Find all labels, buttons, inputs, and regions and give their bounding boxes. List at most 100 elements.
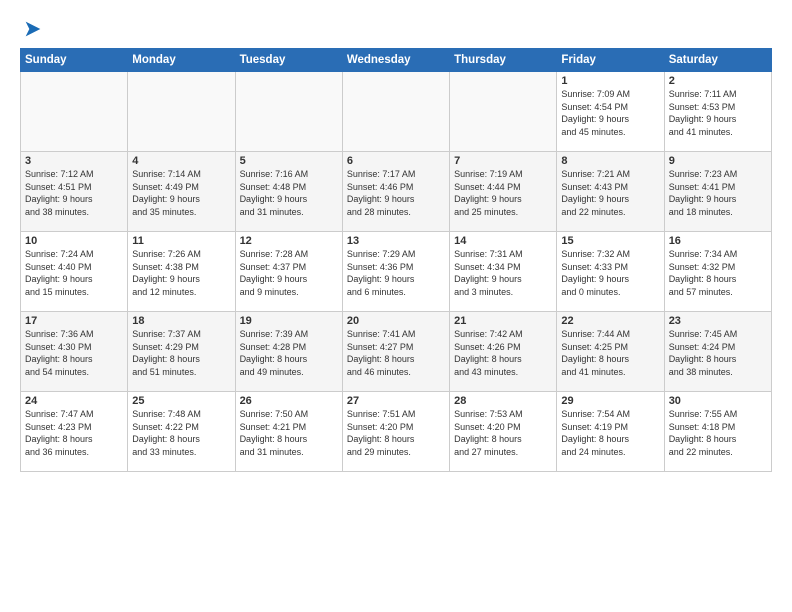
calendar-header-row: SundayMondayTuesdayWednesdayThursdayFrid… xyxy=(21,49,772,72)
day-info: Sunrise: 7:37 AM Sunset: 4:29 PM Dayligh… xyxy=(132,328,230,378)
day-number: 18 xyxy=(132,315,230,327)
calendar-cell: 3Sunrise: 7:12 AM Sunset: 4:51 PM Daylig… xyxy=(21,152,128,232)
calendar-week-row: 17Sunrise: 7:36 AM Sunset: 4:30 PM Dayli… xyxy=(21,312,772,392)
day-info: Sunrise: 7:47 AM Sunset: 4:23 PM Dayligh… xyxy=(25,408,123,458)
day-info: Sunrise: 7:09 AM Sunset: 4:54 PM Dayligh… xyxy=(561,88,659,138)
day-number: 20 xyxy=(347,315,445,327)
day-number: 6 xyxy=(347,155,445,167)
day-number: 10 xyxy=(25,235,123,247)
day-info: Sunrise: 7:34 AM Sunset: 4:32 PM Dayligh… xyxy=(669,248,767,298)
day-info: Sunrise: 7:24 AM Sunset: 4:40 PM Dayligh… xyxy=(25,248,123,298)
calendar-cell xyxy=(235,72,342,152)
day-info: Sunrise: 7:32 AM Sunset: 4:33 PM Dayligh… xyxy=(561,248,659,298)
calendar-cell: 30Sunrise: 7:55 AM Sunset: 4:18 PM Dayli… xyxy=(664,392,771,472)
day-info: Sunrise: 7:28 AM Sunset: 4:37 PM Dayligh… xyxy=(240,248,338,298)
day-number: 23 xyxy=(669,315,767,327)
calendar-cell: 8Sunrise: 7:21 AM Sunset: 4:43 PM Daylig… xyxy=(557,152,664,232)
calendar-cell xyxy=(342,72,449,152)
day-info: Sunrise: 7:55 AM Sunset: 4:18 PM Dayligh… xyxy=(669,408,767,458)
calendar-cell: 22Sunrise: 7:44 AM Sunset: 4:25 PM Dayli… xyxy=(557,312,664,392)
day-info: Sunrise: 7:14 AM Sunset: 4:49 PM Dayligh… xyxy=(132,168,230,218)
calendar-cell: 25Sunrise: 7:48 AM Sunset: 4:22 PM Dayli… xyxy=(128,392,235,472)
calendar-cell: 21Sunrise: 7:42 AM Sunset: 4:26 PM Dayli… xyxy=(450,312,557,392)
day-info: Sunrise: 7:53 AM Sunset: 4:20 PM Dayligh… xyxy=(454,408,552,458)
day-number: 5 xyxy=(240,155,338,167)
calendar-table: SundayMondayTuesdayWednesdayThursdayFrid… xyxy=(20,48,772,472)
calendar-cell: 11Sunrise: 7:26 AM Sunset: 4:38 PM Dayli… xyxy=(128,232,235,312)
calendar-cell: 19Sunrise: 7:39 AM Sunset: 4:28 PM Dayli… xyxy=(235,312,342,392)
day-info: Sunrise: 7:54 AM Sunset: 4:19 PM Dayligh… xyxy=(561,408,659,458)
day-of-week-header: Wednesday xyxy=(342,49,449,72)
day-info: Sunrise: 7:44 AM Sunset: 4:25 PM Dayligh… xyxy=(561,328,659,378)
calendar-cell: 7Sunrise: 7:19 AM Sunset: 4:44 PM Daylig… xyxy=(450,152,557,232)
calendar-cell: 18Sunrise: 7:37 AM Sunset: 4:29 PM Dayli… xyxy=(128,312,235,392)
calendar-cell: 28Sunrise: 7:53 AM Sunset: 4:20 PM Dayli… xyxy=(450,392,557,472)
day-info: Sunrise: 7:48 AM Sunset: 4:22 PM Dayligh… xyxy=(132,408,230,458)
day-of-week-header: Saturday xyxy=(664,49,771,72)
calendar-week-row: 1Sunrise: 7:09 AM Sunset: 4:54 PM Daylig… xyxy=(21,72,772,152)
day-number: 4 xyxy=(132,155,230,167)
day-number: 19 xyxy=(240,315,338,327)
calendar-cell: 4Sunrise: 7:14 AM Sunset: 4:49 PM Daylig… xyxy=(128,152,235,232)
day-info: Sunrise: 7:41 AM Sunset: 4:27 PM Dayligh… xyxy=(347,328,445,378)
calendar-cell: 20Sunrise: 7:41 AM Sunset: 4:27 PM Dayli… xyxy=(342,312,449,392)
day-info: Sunrise: 7:26 AM Sunset: 4:38 PM Dayligh… xyxy=(132,248,230,298)
day-number: 22 xyxy=(561,315,659,327)
day-info: Sunrise: 7:21 AM Sunset: 4:43 PM Dayligh… xyxy=(561,168,659,218)
day-info: Sunrise: 7:17 AM Sunset: 4:46 PM Dayligh… xyxy=(347,168,445,218)
calendar-cell: 15Sunrise: 7:32 AM Sunset: 4:33 PM Dayli… xyxy=(557,232,664,312)
calendar-cell: 29Sunrise: 7:54 AM Sunset: 4:19 PM Dayli… xyxy=(557,392,664,472)
calendar-cell xyxy=(450,72,557,152)
calendar-cell xyxy=(21,72,128,152)
day-info: Sunrise: 7:16 AM Sunset: 4:48 PM Dayligh… xyxy=(240,168,338,218)
day-number: 17 xyxy=(25,315,123,327)
day-number: 8 xyxy=(561,155,659,167)
day-info: Sunrise: 7:45 AM Sunset: 4:24 PM Dayligh… xyxy=(669,328,767,378)
day-number: 24 xyxy=(25,395,123,407)
day-of-week-header: Sunday xyxy=(21,49,128,72)
day-number: 29 xyxy=(561,395,659,407)
day-info: Sunrise: 7:29 AM Sunset: 4:36 PM Dayligh… xyxy=(347,248,445,298)
calendar-cell: 12Sunrise: 7:28 AM Sunset: 4:37 PM Dayli… xyxy=(235,232,342,312)
day-number: 14 xyxy=(454,235,552,247)
logo xyxy=(20,16,44,40)
day-number: 12 xyxy=(240,235,338,247)
day-number: 21 xyxy=(454,315,552,327)
header xyxy=(20,16,772,40)
calendar-cell: 2Sunrise: 7:11 AM Sunset: 4:53 PM Daylig… xyxy=(664,72,771,152)
calendar-cell: 13Sunrise: 7:29 AM Sunset: 4:36 PM Dayli… xyxy=(342,232,449,312)
day-info: Sunrise: 7:51 AM Sunset: 4:20 PM Dayligh… xyxy=(347,408,445,458)
day-number: 9 xyxy=(669,155,767,167)
day-number: 7 xyxy=(454,155,552,167)
calendar-cell: 24Sunrise: 7:47 AM Sunset: 4:23 PM Dayli… xyxy=(21,392,128,472)
calendar-week-row: 3Sunrise: 7:12 AM Sunset: 4:51 PM Daylig… xyxy=(21,152,772,232)
day-number: 27 xyxy=(347,395,445,407)
day-of-week-header: Thursday xyxy=(450,49,557,72)
calendar-week-row: 10Sunrise: 7:24 AM Sunset: 4:40 PM Dayli… xyxy=(21,232,772,312)
day-info: Sunrise: 7:23 AM Sunset: 4:41 PM Dayligh… xyxy=(669,168,767,218)
calendar-cell: 26Sunrise: 7:50 AM Sunset: 4:21 PM Dayli… xyxy=(235,392,342,472)
calendar-week-row: 24Sunrise: 7:47 AM Sunset: 4:23 PM Dayli… xyxy=(21,392,772,472)
day-info: Sunrise: 7:39 AM Sunset: 4:28 PM Dayligh… xyxy=(240,328,338,378)
calendar-cell: 10Sunrise: 7:24 AM Sunset: 4:40 PM Dayli… xyxy=(21,232,128,312)
calendar-cell: 5Sunrise: 7:16 AM Sunset: 4:48 PM Daylig… xyxy=(235,152,342,232)
page: SundayMondayTuesdayWednesdayThursdayFrid… xyxy=(0,0,792,612)
calendar-cell: 14Sunrise: 7:31 AM Sunset: 4:34 PM Dayli… xyxy=(450,232,557,312)
day-number: 13 xyxy=(347,235,445,247)
calendar-cell: 6Sunrise: 7:17 AM Sunset: 4:46 PM Daylig… xyxy=(342,152,449,232)
day-info: Sunrise: 7:12 AM Sunset: 4:51 PM Dayligh… xyxy=(25,168,123,218)
day-info: Sunrise: 7:11 AM Sunset: 4:53 PM Dayligh… xyxy=(669,88,767,138)
calendar-cell: 9Sunrise: 7:23 AM Sunset: 4:41 PM Daylig… xyxy=(664,152,771,232)
day-number: 30 xyxy=(669,395,767,407)
logo-icon xyxy=(22,18,44,40)
day-number: 26 xyxy=(240,395,338,407)
day-number: 3 xyxy=(25,155,123,167)
calendar-cell: 23Sunrise: 7:45 AM Sunset: 4:24 PM Dayli… xyxy=(664,312,771,392)
day-number: 15 xyxy=(561,235,659,247)
calendar-cell xyxy=(128,72,235,152)
day-number: 11 xyxy=(132,235,230,247)
day-of-week-header: Tuesday xyxy=(235,49,342,72)
calendar-cell: 1Sunrise: 7:09 AM Sunset: 4:54 PM Daylig… xyxy=(557,72,664,152)
calendar-cell: 17Sunrise: 7:36 AM Sunset: 4:30 PM Dayli… xyxy=(21,312,128,392)
day-of-week-header: Friday xyxy=(557,49,664,72)
